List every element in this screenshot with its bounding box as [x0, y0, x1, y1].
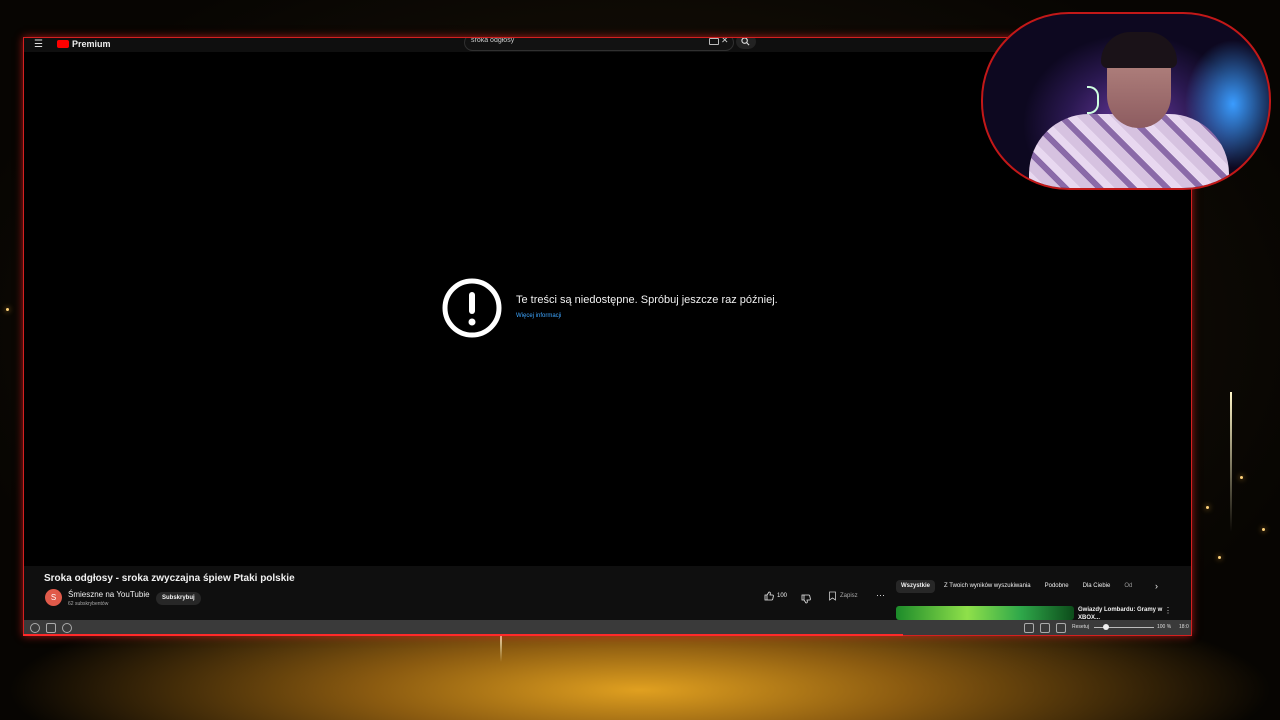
dislike-button[interactable]: [801, 591, 811, 609]
subscribe-button[interactable]: Subskrybuj: [156, 592, 201, 605]
sparkle: [6, 308, 9, 311]
chip-related[interactable]: Podobne: [1040, 580, 1074, 593]
browser-status-bar: Resetuj 100 % 18:0: [24, 620, 1191, 635]
save-label: Zapisz: [840, 593, 858, 599]
search-button[interactable]: [736, 38, 756, 49]
sparkle: [1262, 528, 1265, 531]
save-button[interactable]: Zapisz: [828, 591, 858, 601]
window-icon[interactable]: [1040, 623, 1050, 633]
like-button[interactable]: 100: [764, 591, 787, 601]
search-icon: [741, 38, 750, 46]
chevron-right-icon[interactable]: ›: [1155, 581, 1158, 591]
streamer-hair: [1101, 32, 1177, 68]
search-input[interactable]: sroka odgłosy ✕: [464, 37, 734, 51]
zoom-reset-button[interactable]: Resetuj: [1072, 624, 1089, 630]
channel-name[interactable]: Śmieszne na YouTubie: [68, 590, 150, 599]
chip-from[interactable]: Od: [1119, 580, 1137, 593]
clear-search-icon[interactable]: ✕: [721, 38, 729, 46]
edit-icon[interactable]: [1056, 623, 1066, 633]
cloud-icon[interactable]: [62, 623, 72, 633]
youtube-play-icon: [57, 40, 69, 48]
more-info-link[interactable]: Więcej informacji: [516, 313, 561, 319]
thumbs-down-icon: [801, 594, 811, 604]
overlay-accent-line: [23, 634, 903, 636]
webcam-overlay: [981, 12, 1271, 190]
youtube-logo[interactable]: Premium: [57, 38, 111, 50]
thumbs-up-icon: [764, 591, 774, 601]
error-message: Te treści są niedostępne. Spróbuj jeszcz…: [516, 294, 778, 306]
video-title: Sroka odgłosy - sroka zwyczajna śpiew Pt…: [44, 573, 295, 584]
bookmark-icon: [829, 591, 836, 601]
recommended-video-thumbnail[interactable]: [896, 606, 1074, 620]
settings-icon[interactable]: [30, 623, 40, 633]
keyboard-icon[interactable]: [709, 38, 719, 45]
sparkle: [1218, 556, 1221, 559]
exclamation-circle-icon: [442, 278, 502, 338]
chip-for-you[interactable]: Dla Ciebie: [1078, 580, 1116, 593]
logo-text: Premium: [72, 39, 111, 49]
like-count: 100: [777, 593, 788, 599]
channel-avatar[interactable]: S: [45, 589, 62, 606]
recommended-video-menu-icon[interactable]: ⋮: [1164, 606, 1172, 615]
chip-all[interactable]: Wszystkie: [896, 580, 936, 593]
sparkle: [1240, 476, 1243, 479]
status-extra: 18:0: [1179, 624, 1189, 630]
recommendation-chips: Wszystkie Z Twoich wyników wyszukiwania …: [896, 580, 1137, 593]
video-info-bar: Sroka odgłosy - sroka zwyczajna śpiew Pt…: [24, 566, 1191, 621]
more-actions-icon[interactable]: ⋯: [876, 590, 885, 601]
hamburger-menu-icon[interactable]: ☰: [34, 40, 46, 50]
light-beam: [1230, 392, 1232, 532]
chip-from-search[interactable]: Z Twoich wyników wyszukiwania: [939, 580, 1036, 593]
light-beam: [500, 632, 502, 662]
screenshot-icon[interactable]: [1024, 623, 1034, 633]
sparkle: [1206, 506, 1209, 509]
subscriber-count: 62 subskrybentów: [68, 601, 109, 607]
headset-icon: [1087, 86, 1099, 114]
pause-icon[interactable]: [46, 623, 56, 633]
zoom-slider-handle[interactable]: [1103, 624, 1109, 630]
zoom-level: 100 %: [1157, 624, 1172, 630]
search-query: sroka odgłosy: [471, 37, 515, 44]
